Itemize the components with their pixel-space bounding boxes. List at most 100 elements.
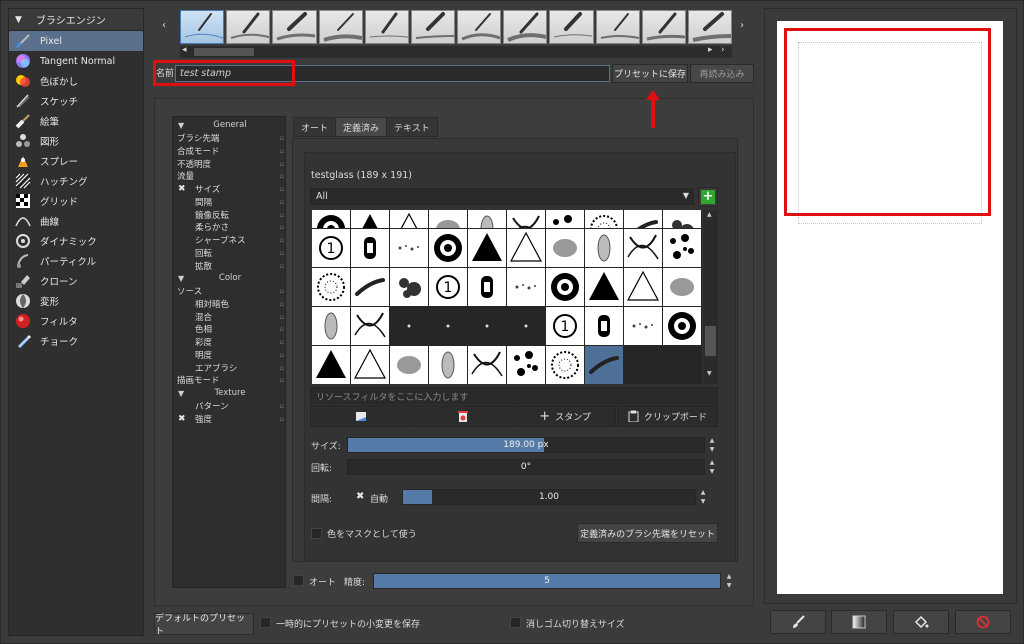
brush-tip-thumbnail[interactable] bbox=[546, 268, 584, 306]
stamp-button[interactable]: + スタンプ bbox=[514, 405, 616, 427]
strip-prev-arrow[interactable]: ‹ bbox=[162, 20, 166, 31]
option-check-item[interactable]: 相対暗色 ⌂ bbox=[173, 298, 287, 311]
engine-item[interactable]: スプレー bbox=[9, 151, 143, 171]
option-item[interactable]: ブラシ先端 ⌂ bbox=[173, 132, 287, 145]
preset-thumbnail[interactable] bbox=[226, 10, 271, 44]
brush-tip-thumbnail[interactable] bbox=[390, 229, 428, 267]
option-check-item[interactable]: 間隔 ⌂ bbox=[173, 196, 287, 209]
brush-tip-thumbnail[interactable]: 1 bbox=[429, 268, 467, 306]
spacing-spinbox-arrows[interactable]: ▲ ▼ bbox=[697, 489, 709, 505]
spacing-slider[interactable]: 1.00 bbox=[402, 489, 696, 505]
brush-tip-thumbnail[interactable]: 1 bbox=[546, 307, 584, 345]
preset-thumbnail[interactable] bbox=[549, 10, 594, 44]
engine-item[interactable]: 変形 bbox=[9, 291, 143, 311]
engine-item[interactable]: 図形 bbox=[9, 131, 143, 151]
brush-tip-thumbnail[interactable] bbox=[468, 210, 506, 228]
lock-icon[interactable]: ⌂ bbox=[280, 300, 284, 308]
lock-icon[interactable]: ⌂ bbox=[280, 134, 284, 142]
brush-tip-thumbnail[interactable] bbox=[624, 268, 662, 306]
engine-panel-header[interactable]: ▼ ブラシエンジン bbox=[9, 9, 143, 31]
scratch-fill-button[interactable] bbox=[893, 610, 949, 634]
tab[interactable]: オート bbox=[293, 117, 337, 137]
brush-tip-thumbnail[interactable] bbox=[351, 229, 389, 267]
option-item[interactable]: ソース ⌂ bbox=[173, 285, 287, 298]
lock-icon[interactable]: ⌂ bbox=[280, 211, 284, 219]
brush-tip-thumbnail[interactable]: 1 bbox=[312, 229, 350, 267]
spacing-auto-checkbox[interactable]: ✖ bbox=[356, 491, 364, 502]
tab[interactable]: テキスト bbox=[386, 117, 438, 137]
brush-tip-thumbnail[interactable] bbox=[663, 346, 701, 384]
temp-save-checkbox[interactable] bbox=[260, 617, 271, 628]
brush-tip-thumbnail[interactable] bbox=[468, 229, 506, 267]
lock-icon[interactable]: ⌂ bbox=[280, 402, 284, 410]
brush-tip-thumbnail[interactable] bbox=[507, 307, 545, 345]
option-check-item[interactable]: 回転 ⌂ bbox=[173, 247, 287, 260]
option-check-item[interactable]: 色相 ⌂ bbox=[173, 323, 287, 336]
brush-tip-thumbnail[interactable] bbox=[429, 346, 467, 384]
reload-preset-button[interactable]: 再読み込み bbox=[690, 64, 754, 83]
brush-tip-thumbnail[interactable] bbox=[546, 229, 584, 267]
brush-tip-thumbnail[interactable] bbox=[507, 346, 545, 384]
option-check-item[interactable]: 混合 ⌂ bbox=[173, 310, 287, 323]
brush-tip-thumbnail[interactable] bbox=[624, 346, 662, 384]
collapse-triangle-icon[interactable]: ▼ bbox=[15, 15, 22, 25]
brush-tip-thumbnail[interactable] bbox=[507, 210, 545, 228]
brush-tip-thumbnail[interactable] bbox=[468, 307, 506, 345]
brush-tip-thumbnail[interactable] bbox=[546, 210, 584, 228]
brush-tip-thumbnail[interactable] bbox=[624, 229, 662, 267]
lock-icon[interactable]: ⌂ bbox=[280, 172, 284, 180]
option-section-header[interactable]: ▼ Color bbox=[173, 272, 287, 285]
brush-tip-thumbnail[interactable] bbox=[312, 307, 350, 345]
preset-thumbnail[interactable] bbox=[687, 10, 733, 44]
engine-item[interactable]: ダイナミック bbox=[9, 231, 143, 251]
scrollbar-thumb[interactable] bbox=[705, 326, 716, 356]
brush-tip-thumbnail[interactable] bbox=[390, 307, 428, 345]
lock-icon[interactable]: ⌂ bbox=[280, 185, 284, 193]
brush-tip-thumbnail[interactable] bbox=[585, 229, 623, 267]
scroll-up-arrow[interactable]: ▲ bbox=[707, 211, 712, 218]
brush-tip-thumbnail[interactable] bbox=[468, 346, 506, 384]
lock-icon[interactable]: ⌂ bbox=[280, 376, 284, 384]
brush-tip-thumbnail[interactable] bbox=[468, 268, 506, 306]
engine-item[interactable]: 曲線 bbox=[9, 211, 143, 231]
lock-icon[interactable]: ⌂ bbox=[280, 236, 284, 244]
scratch-gradient-button[interactable] bbox=[831, 610, 887, 634]
brush-tip-thumbnail[interactable] bbox=[312, 346, 350, 384]
resource-filter-input[interactable]: リソースフィルタをここに入力します bbox=[310, 387, 718, 404]
brush-tip-thumbnail[interactable] bbox=[429, 229, 467, 267]
brush-tip-thumbnail[interactable] bbox=[624, 307, 662, 345]
scrollbar-thumb[interactable] bbox=[194, 48, 254, 56]
brush-tip-thumbnail[interactable] bbox=[663, 268, 701, 306]
brush-tip-thumbnail[interactable] bbox=[351, 210, 389, 228]
rotation-spinbox-arrows[interactable]: ▲ ▼ bbox=[706, 459, 718, 475]
brush-grid-scrollbar[interactable]: ▲ ▼ bbox=[703, 210, 718, 384]
preset-thumbnail[interactable] bbox=[410, 10, 456, 44]
brush-tip-thumbnail[interactable] bbox=[390, 210, 428, 228]
brush-tip-thumbnail[interactable] bbox=[351, 307, 389, 345]
precision-slider[interactable]: 5 bbox=[373, 573, 721, 589]
brush-tip-thumbnail[interactable] bbox=[585, 268, 623, 306]
scroll-left-arrow[interactable]: ◂ bbox=[182, 45, 187, 55]
brush-tip-thumbnail[interactable] bbox=[507, 268, 545, 306]
engine-item[interactable]: チョーク bbox=[9, 331, 143, 351]
brush-tip-thumbnail[interactable] bbox=[663, 210, 701, 228]
engine-item[interactable]: Tangent Normal bbox=[9, 51, 143, 71]
brush-tip-thumbnail[interactable] bbox=[312, 210, 350, 228]
lock-icon[interactable]: ⌂ bbox=[280, 313, 284, 321]
tab[interactable]: 定義済み bbox=[335, 117, 388, 137]
lock-icon[interactable]: ⌂ bbox=[280, 364, 284, 372]
eraser-size-checkbox[interactable] bbox=[510, 617, 521, 628]
brush-tip-thumbnail[interactable] bbox=[624, 210, 662, 228]
rotation-slider[interactable]: 0° bbox=[347, 459, 705, 475]
check-icon[interactable]: ✖ bbox=[178, 414, 186, 424]
lock-icon[interactable]: ⌂ bbox=[280, 160, 284, 168]
precision-auto-checkbox[interactable] bbox=[293, 575, 304, 586]
engine-item[interactable]: 色ぼかし bbox=[9, 71, 143, 91]
lock-icon[interactable]: ⌂ bbox=[280, 147, 284, 155]
clipboard-button[interactable]: クリップボード bbox=[616, 405, 718, 427]
precision-spinbox-arrows[interactable]: ▲ ▼ bbox=[723, 573, 735, 589]
add-tag-button[interactable]: + bbox=[698, 187, 718, 207]
brush-tip-thumbnail[interactable] bbox=[585, 346, 623, 384]
preset-thumbnail[interactable] bbox=[503, 10, 548, 44]
option-check-item[interactable]: 明度 ⌂ bbox=[173, 349, 287, 362]
